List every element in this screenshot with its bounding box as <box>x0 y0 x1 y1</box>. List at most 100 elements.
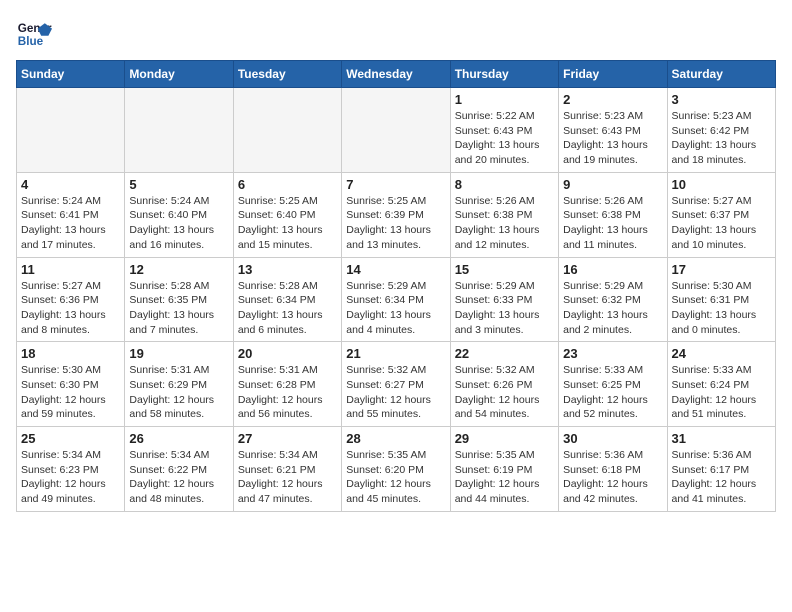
day-info-text: Sunrise: 5:31 AM Sunset: 6:29 PM Dayligh… <box>129 363 228 422</box>
day-header-tuesday: Tuesday <box>233 61 341 88</box>
day-info-text: Sunrise: 5:36 AM Sunset: 6:18 PM Dayligh… <box>563 448 662 507</box>
day-number: 14 <box>346 262 445 277</box>
calendar-cell: 23 Sunrise: 5:33 AM Sunset: 6:25 PM Dayli… <box>559 342 667 427</box>
calendar-cell: 18 Sunrise: 5:30 AM Sunset: 6:30 PM Dayli… <box>17 342 125 427</box>
calendar-cell <box>233 88 341 173</box>
calendar-cell: 15 Sunrise: 5:29 AM Sunset: 6:33 PM Dayli… <box>450 257 558 342</box>
day-number: 4 <box>21 177 120 192</box>
calendar-cell: 9 Sunrise: 5:26 AM Sunset: 6:38 PM Daylig… <box>559 172 667 257</box>
day-number: 6 <box>238 177 337 192</box>
day-number: 21 <box>346 346 445 361</box>
day-info-text: Sunrise: 5:29 AM Sunset: 6:33 PM Dayligh… <box>455 279 554 338</box>
calendar-cell: 28 Sunrise: 5:35 AM Sunset: 6:20 PM Dayli… <box>342 427 450 512</box>
day-number: 20 <box>238 346 337 361</box>
calendar-header-row: SundayMondayTuesdayWednesdayThursdayFrid… <box>17 61 776 88</box>
calendar-cell: 25 Sunrise: 5:34 AM Sunset: 6:23 PM Dayli… <box>17 427 125 512</box>
calendar-cell <box>125 88 233 173</box>
day-info-text: Sunrise: 5:30 AM Sunset: 6:30 PM Dayligh… <box>21 363 120 422</box>
day-header-sunday: Sunday <box>17 61 125 88</box>
svg-text:Blue: Blue <box>18 35 44 48</box>
calendar-cell: 3Sunrise: 5:23 AM Sunset: 6:42 PM Daylig… <box>667 88 775 173</box>
day-number: 15 <box>455 262 554 277</box>
calendar-cell: 6 Sunrise: 5:25 AM Sunset: 6:40 PM Daylig… <box>233 172 341 257</box>
calendar-cell: 1 Sunrise: 5:22 AM Sunset: 6:43 PM Daylig… <box>450 88 558 173</box>
day-number: 19 <box>129 346 228 361</box>
day-info-text: Sunrise: 5:28 AM Sunset: 6:34 PM Dayligh… <box>238 279 337 338</box>
day-info-text: Sunrise: 5:31 AM Sunset: 6:28 PM Dayligh… <box>238 363 337 422</box>
day-info-text: Sunrise: 5:27 AM Sunset: 6:36 PM Dayligh… <box>21 279 120 338</box>
calendar-cell: 2 Sunrise: 5:23 AM Sunset: 6:43 PM Daylig… <box>559 88 667 173</box>
day-info-text: Sunrise: 5:29 AM Sunset: 6:32 PM Dayligh… <box>563 279 662 338</box>
day-number: 26 <box>129 431 228 446</box>
calendar-cell: 24 Sunrise: 5:33 AM Sunset: 6:24 PM Dayli… <box>667 342 775 427</box>
day-info-text: Sunrise: 5:36 AM Sunset: 6:17 PM Dayligh… <box>672 448 771 507</box>
calendar-week-row: 25 Sunrise: 5:34 AM Sunset: 6:23 PM Dayli… <box>17 427 776 512</box>
day-header-saturday: Saturday <box>667 61 775 88</box>
day-header-wednesday: Wednesday <box>342 61 450 88</box>
day-info-text: Sunrise: 5:25 AM Sunset: 6:39 PM Dayligh… <box>346 194 445 253</box>
day-info-text: Sunrise: 5:22 AM Sunset: 6:43 PM Dayligh… <box>455 109 554 168</box>
calendar-cell: 11 Sunrise: 5:27 AM Sunset: 6:36 PM Dayli… <box>17 257 125 342</box>
day-info-text: Sunrise: 5:26 AM Sunset: 6:38 PM Dayligh… <box>455 194 554 253</box>
day-number: 29 <box>455 431 554 446</box>
calendar-week-row: 1 Sunrise: 5:22 AM Sunset: 6:43 PM Daylig… <box>17 88 776 173</box>
day-number: 7 <box>346 177 445 192</box>
calendar-cell: 21Sunrise: 5:32 AM Sunset: 6:27 PM Dayli… <box>342 342 450 427</box>
calendar-cell: 30 Sunrise: 5:36 AM Sunset: 6:18 PM Dayli… <box>559 427 667 512</box>
day-info-text: Sunrise: 5:25 AM Sunset: 6:40 PM Dayligh… <box>238 194 337 253</box>
calendar-cell: 17 Sunrise: 5:30 AM Sunset: 6:31 PM Dayli… <box>667 257 775 342</box>
day-info-text: Sunrise: 5:28 AM Sunset: 6:35 PM Dayligh… <box>129 279 228 338</box>
day-number: 13 <box>238 262 337 277</box>
calendar-cell: 8 Sunrise: 5:26 AM Sunset: 6:38 PM Daylig… <box>450 172 558 257</box>
day-number: 1 <box>455 92 554 107</box>
day-number: 9 <box>563 177 662 192</box>
calendar-week-row: 11 Sunrise: 5:27 AM Sunset: 6:36 PM Dayli… <box>17 257 776 342</box>
day-number: 22 <box>455 346 554 361</box>
page-header: General Blue <box>16 16 776 52</box>
day-info-text: Sunrise: 5:29 AM Sunset: 6:34 PM Dayligh… <box>346 279 445 338</box>
calendar-cell: 31Sunrise: 5:36 AM Sunset: 6:17 PM Dayli… <box>667 427 775 512</box>
calendar-week-row: 18 Sunrise: 5:30 AM Sunset: 6:30 PM Dayli… <box>17 342 776 427</box>
day-number: 16 <box>563 262 662 277</box>
calendar-table: SundayMondayTuesdayWednesdayThursdayFrid… <box>16 60 776 512</box>
day-info-text: Sunrise: 5:30 AM Sunset: 6:31 PM Dayligh… <box>672 279 771 338</box>
logo-icon: General Blue <box>16 16 52 52</box>
calendar-cell: 7 Sunrise: 5:25 AM Sunset: 6:39 PM Daylig… <box>342 172 450 257</box>
day-info-text: Sunrise: 5:34 AM Sunset: 6:23 PM Dayligh… <box>21 448 120 507</box>
day-number: 27 <box>238 431 337 446</box>
calendar-week-row: 4Sunrise: 5:24 AM Sunset: 6:41 PM Daylig… <box>17 172 776 257</box>
day-info-text: Sunrise: 5:26 AM Sunset: 6:38 PM Dayligh… <box>563 194 662 253</box>
calendar-cell <box>342 88 450 173</box>
calendar-cell: 14 Sunrise: 5:29 AM Sunset: 6:34 PM Dayli… <box>342 257 450 342</box>
calendar-cell: 5Sunrise: 5:24 AM Sunset: 6:40 PM Daylig… <box>125 172 233 257</box>
day-number: 10 <box>672 177 771 192</box>
calendar-cell: 10 Sunrise: 5:27 AM Sunset: 6:37 PM Dayli… <box>667 172 775 257</box>
day-number: 24 <box>672 346 771 361</box>
day-number: 2 <box>563 92 662 107</box>
calendar-cell: 12Sunrise: 5:28 AM Sunset: 6:35 PM Dayli… <box>125 257 233 342</box>
day-number: 17 <box>672 262 771 277</box>
calendar-cell <box>17 88 125 173</box>
day-info-text: Sunrise: 5:23 AM Sunset: 6:42 PM Dayligh… <box>672 109 771 168</box>
day-number: 28 <box>346 431 445 446</box>
day-info-text: Sunrise: 5:35 AM Sunset: 6:20 PM Dayligh… <box>346 448 445 507</box>
day-number: 5 <box>129 177 228 192</box>
day-number: 25 <box>21 431 120 446</box>
day-info-text: Sunrise: 5:33 AM Sunset: 6:25 PM Dayligh… <box>563 363 662 422</box>
calendar-cell: 27Sunrise: 5:34 AM Sunset: 6:21 PM Dayli… <box>233 427 341 512</box>
day-header-thursday: Thursday <box>450 61 558 88</box>
day-number: 23 <box>563 346 662 361</box>
day-number: 30 <box>563 431 662 446</box>
day-info-text: Sunrise: 5:27 AM Sunset: 6:37 PM Dayligh… <box>672 194 771 253</box>
day-number: 11 <box>21 262 120 277</box>
calendar-cell: 16 Sunrise: 5:29 AM Sunset: 6:32 PM Dayli… <box>559 257 667 342</box>
day-number: 8 <box>455 177 554 192</box>
calendar-cell: 29Sunrise: 5:35 AM Sunset: 6:19 PM Dayli… <box>450 427 558 512</box>
day-info-text: Sunrise: 5:33 AM Sunset: 6:24 PM Dayligh… <box>672 363 771 422</box>
calendar-cell: 20 Sunrise: 5:31 AM Sunset: 6:28 PM Dayli… <box>233 342 341 427</box>
calendar-cell: 22 Sunrise: 5:32 AM Sunset: 6:26 PM Dayli… <box>450 342 558 427</box>
day-number: 18 <box>21 346 120 361</box>
day-info-text: Sunrise: 5:34 AM Sunset: 6:22 PM Dayligh… <box>129 448 228 507</box>
day-info-text: Sunrise: 5:23 AM Sunset: 6:43 PM Dayligh… <box>563 109 662 168</box>
day-info-text: Sunrise: 5:32 AM Sunset: 6:26 PM Dayligh… <box>455 363 554 422</box>
